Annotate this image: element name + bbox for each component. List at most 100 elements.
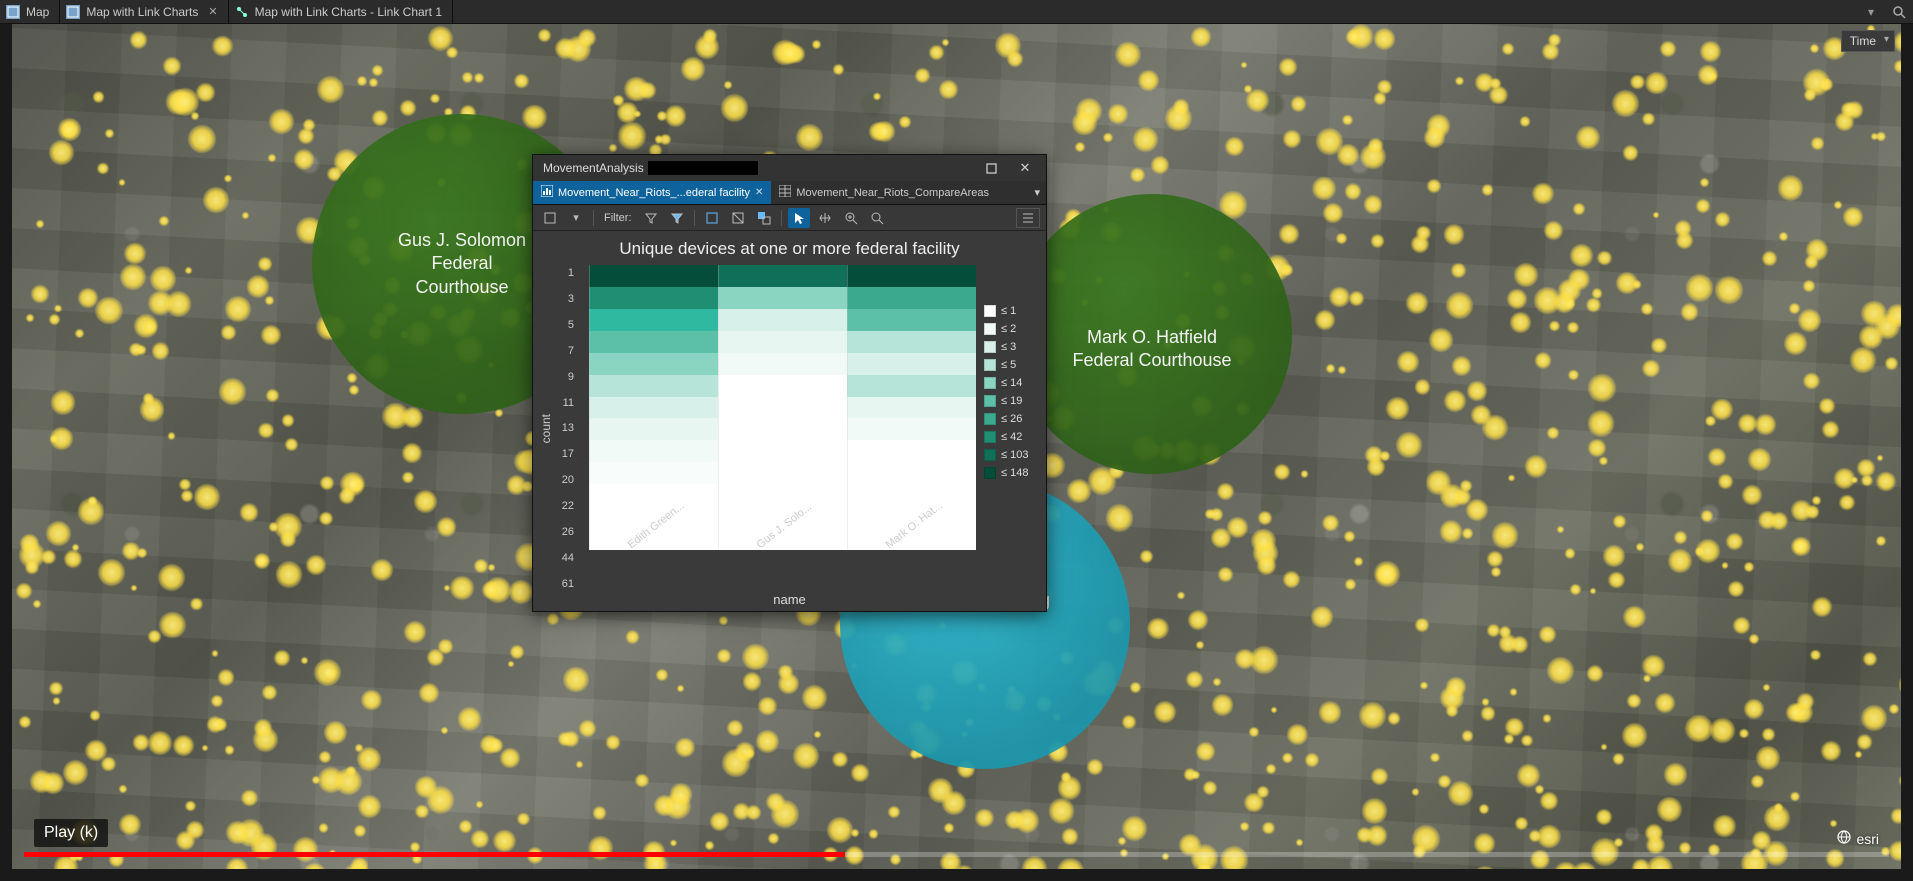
filter-selection-icon[interactable] bbox=[666, 208, 688, 228]
y-axis-ticks: 135791113172022264461 bbox=[553, 265, 577, 592]
heatmap-cell[interactable] bbox=[589, 287, 718, 309]
y-tick: 13 bbox=[553, 422, 574, 434]
close-button[interactable]: ✕ bbox=[1008, 156, 1042, 180]
tab-map[interactable]: Map bbox=[0, 0, 60, 23]
heatmap-cell[interactable] bbox=[589, 309, 718, 331]
legend-swatch bbox=[984, 341, 996, 353]
panel-tab-menu[interactable]: ▾ bbox=[1028, 181, 1046, 204]
search-icon[interactable] bbox=[1885, 0, 1913, 23]
heatmap-cell[interactable] bbox=[718, 397, 847, 419]
legend-label: ≤ 103 bbox=[1001, 449, 1028, 461]
y-tick: 3 bbox=[553, 293, 574, 305]
legend-swatch bbox=[984, 359, 996, 371]
tab-label: Map with Link Charts - Link Chart 1 bbox=[255, 5, 442, 19]
heatmap-cell[interactable] bbox=[847, 353, 976, 375]
properties-icon[interactable] bbox=[1016, 208, 1040, 228]
full-extent-icon[interactable] bbox=[866, 208, 888, 228]
chart-panel: MovementAnalysis ✕ Movement_Near_Riots_.… bbox=[532, 154, 1047, 612]
panel-tab-bar: Movement_Near_Riots_...ederal facility ✕… bbox=[533, 181, 1046, 205]
heatmap-cell[interactable] bbox=[718, 265, 847, 287]
legend-item[interactable]: ≤ 5 bbox=[984, 359, 1040, 371]
heatmap-cell[interactable] bbox=[847, 418, 976, 440]
heatmap-cell[interactable] bbox=[718, 440, 847, 462]
heatmap-cell[interactable] bbox=[847, 309, 976, 331]
panel-tab-active[interactable]: Movement_Near_Riots_...ederal facility ✕ bbox=[533, 181, 771, 204]
close-icon[interactable]: ✕ bbox=[208, 5, 217, 18]
legend-item[interactable]: ≤ 148 bbox=[984, 467, 1040, 479]
heatmap-cell[interactable] bbox=[718, 309, 847, 331]
heatmap-cell[interactable] bbox=[718, 287, 847, 309]
chart-body: Unique devices at one or more federal fa… bbox=[533, 231, 1046, 611]
legend-label: ≤ 148 bbox=[1001, 467, 1028, 479]
legend-item[interactable]: ≤ 19 bbox=[984, 395, 1040, 407]
heatmap-cell[interactable] bbox=[718, 353, 847, 375]
pointer-icon[interactable] bbox=[788, 208, 810, 228]
legend-item[interactable]: ≤ 14 bbox=[984, 377, 1040, 389]
heatmap-cell[interactable] bbox=[847, 287, 976, 309]
time-selector-label: Time bbox=[1850, 34, 1876, 48]
map-view[interactable]: Gus J. Solomon Federal Courthouse Mark O… bbox=[12, 24, 1901, 869]
heatmap-cell[interactable] bbox=[847, 331, 976, 353]
legend-item[interactable]: ≤ 3 bbox=[984, 341, 1040, 353]
heatmap-cell[interactable] bbox=[847, 265, 976, 287]
chevron-down-icon[interactable]: ▾ bbox=[565, 208, 587, 228]
pan-icon[interactable] bbox=[814, 208, 836, 228]
legend-item[interactable]: ≤ 2 bbox=[984, 323, 1040, 335]
facility-label: Mark O. Hatfield Federal Courthouse bbox=[1072, 296, 1231, 373]
x-axis-label: name bbox=[539, 592, 1040, 611]
time-selector[interactable]: Time bbox=[1841, 30, 1895, 52]
heatmap-cell[interactable] bbox=[589, 353, 718, 375]
panel-tab-label: Movement_Near_Riots_...ederal facility bbox=[558, 187, 750, 199]
legend-item[interactable]: ≤ 1 bbox=[984, 305, 1040, 317]
maximize-button[interactable] bbox=[974, 156, 1008, 180]
zoom-in-icon[interactable] bbox=[840, 208, 862, 228]
map-icon bbox=[66, 5, 80, 19]
new-chart-icon[interactable] bbox=[539, 208, 561, 228]
legend-item[interactable]: ≤ 103 bbox=[984, 449, 1040, 461]
play-tooltip: Play (k) bbox=[34, 819, 108, 847]
tab-label: Map with Link Charts bbox=[86, 5, 198, 19]
heatmap-cell[interactable] bbox=[589, 397, 718, 419]
close-icon[interactable]: ✕ bbox=[755, 187, 763, 198]
tab-link-chart-1[interactable]: Map with Link Charts - Link Chart 1 bbox=[229, 0, 453, 23]
heatmap-cell[interactable] bbox=[718, 331, 847, 353]
legend-label: ≤ 26 bbox=[1001, 413, 1022, 425]
video-controls-overlay: Play (k) esri bbox=[24, 827, 1889, 857]
redacted-title-segment bbox=[648, 161, 758, 175]
heatmap-cell[interactable] bbox=[847, 375, 976, 397]
panel-titlebar[interactable]: MovementAnalysis ✕ bbox=[533, 155, 1046, 181]
legend-item[interactable]: ≤ 26 bbox=[984, 413, 1040, 425]
y-tick: 17 bbox=[553, 448, 574, 460]
tab-map-link-charts[interactable]: Map with Link Charts ✕ bbox=[60, 0, 228, 23]
panel-tab-compare[interactable]: Movement_Near_Riots_CompareAreas bbox=[771, 181, 997, 204]
video-progress-bar[interactable] bbox=[24, 852, 1889, 857]
legend-swatch bbox=[984, 323, 996, 335]
legend-swatch bbox=[984, 449, 996, 461]
heatmap-cell[interactable] bbox=[589, 375, 718, 397]
y-axis-label: count bbox=[539, 414, 553, 443]
y-tick: 26 bbox=[553, 526, 574, 538]
facility-circle-hatfield[interactable]: Mark O. Hatfield Federal Courthouse bbox=[1012, 194, 1292, 474]
brand-text: esri bbox=[1856, 831, 1879, 847]
switch-selection-icon[interactable] bbox=[753, 208, 775, 228]
heatmap-cell[interactable] bbox=[589, 440, 718, 462]
link-chart-icon bbox=[235, 5, 249, 19]
heatmap-cell[interactable] bbox=[718, 375, 847, 397]
heatmap-cell[interactable] bbox=[718, 418, 847, 440]
tab-overflow-menu[interactable]: ▾ bbox=[1857, 0, 1885, 23]
clear-selection-icon[interactable] bbox=[727, 208, 749, 228]
legend-item[interactable]: ≤ 42 bbox=[984, 431, 1040, 443]
heatmap-cell[interactable] bbox=[589, 265, 718, 287]
select-icon[interactable] bbox=[701, 208, 723, 228]
heatmap-cell[interactable] bbox=[589, 331, 718, 353]
heatmap-cell[interactable] bbox=[847, 440, 976, 462]
heatmap-cell[interactable] bbox=[847, 397, 976, 419]
tab-label: Map bbox=[26, 5, 49, 19]
filter-extent-icon[interactable] bbox=[640, 208, 662, 228]
globe-icon bbox=[1837, 830, 1851, 847]
legend: ≤ 1 ≤ 2 ≤ 3 ≤ 5 ≤ 14 ≤ 19 ≤ 26 ≤ 42 ≤ 103 ≤ 148 bbox=[984, 265, 1040, 592]
heatmap-cell[interactable] bbox=[589, 418, 718, 440]
panel-tab-label: Movement_Near_Riots_CompareAreas bbox=[796, 187, 989, 199]
chart-icon bbox=[541, 185, 553, 200]
filter-label: Filter: bbox=[600, 212, 636, 224]
